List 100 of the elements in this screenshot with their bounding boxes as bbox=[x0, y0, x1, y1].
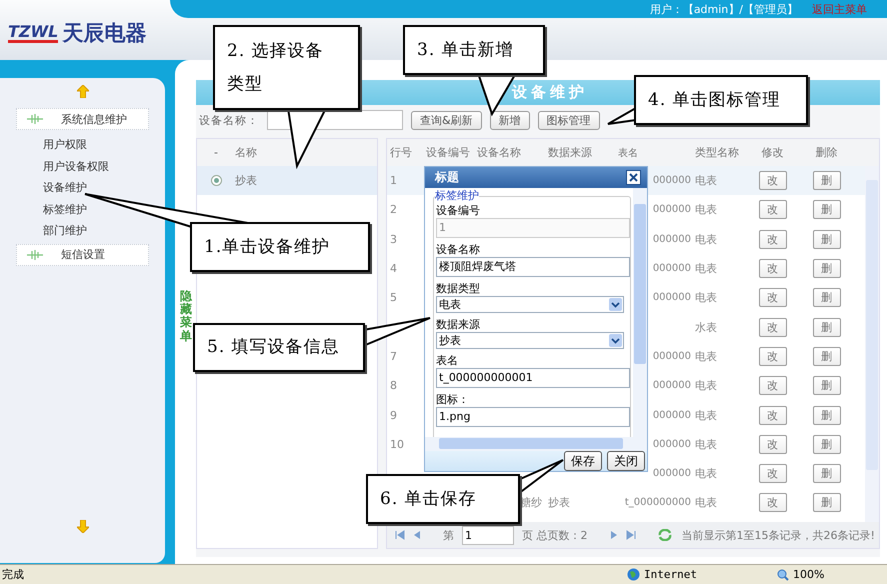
menu-item[interactable]: 用户设备权限 bbox=[0, 156, 165, 178]
menu-item[interactable]: 设备维护 bbox=[0, 177, 165, 199]
table-cell: 000000 bbox=[652, 263, 691, 274]
field-label: 设备编号 bbox=[436, 203, 481, 218]
table-cell: 电表 bbox=[695, 408, 717, 422]
edit-button[interactable]: 改 bbox=[758, 288, 786, 308]
hide-menu-toggle[interactable]: 隐藏菜单 bbox=[180, 290, 194, 360]
table-cell: 电表 bbox=[695, 350, 717, 363]
field-label: 设备名称 bbox=[436, 242, 481, 257]
delete-button[interactable]: 删 bbox=[812, 288, 840, 308]
edit-button[interactable]: 改 bbox=[758, 259, 786, 278]
delete-button[interactable]: 删 bbox=[812, 346, 840, 366]
edit-button[interactable]: 改 bbox=[758, 230, 786, 249]
table-cell: t_000000000 bbox=[624, 497, 691, 508]
field-label: 图标： bbox=[436, 392, 470, 407]
down-arrow-icon[interactable] bbox=[76, 520, 88, 533]
column-header: 数据来源 bbox=[547, 145, 593, 160]
edit-button[interactable]: 改 bbox=[758, 376, 786, 396]
menu-item[interactable]: 部门维护 bbox=[0, 220, 165, 242]
toolbar-button[interactable]: 图标管理 bbox=[538, 110, 600, 130]
menu-group-header[interactable]: 短信设置 bbox=[16, 244, 149, 266]
edit-button[interactable]: 改 bbox=[758, 493, 786, 512]
column-header: 名称 bbox=[235, 145, 258, 160]
input-field[interactable]: t_000000000001 bbox=[436, 368, 630, 388]
page-number-field[interactable]: 1 bbox=[462, 526, 514, 544]
dropdown-field[interactable]: 电表 bbox=[436, 296, 624, 313]
input-field[interactable]: 1.png bbox=[436, 407, 630, 427]
delete-button[interactable]: 删 bbox=[812, 464, 840, 484]
next-page-icon[interactable] bbox=[610, 530, 618, 540]
input-field[interactable]: 楼顶阻焊废气塔 bbox=[436, 257, 630, 277]
column-header: 删除 bbox=[814, 145, 838, 160]
column-header: - bbox=[213, 146, 219, 159]
row-number: 5 bbox=[390, 291, 397, 304]
table-cell: 电表 bbox=[695, 232, 717, 246]
edit-button[interactable]: 改 bbox=[758, 346, 786, 366]
edit-button[interactable]: 改 bbox=[758, 406, 786, 425]
row-number: 10 bbox=[390, 438, 404, 451]
zoom-icon[interactable] bbox=[777, 568, 789, 580]
table-cell: 000000 bbox=[652, 204, 691, 216]
delete-button[interactable]: 删 bbox=[812, 376, 840, 396]
table-cell: 000000 bbox=[652, 410, 691, 421]
record-summary: 当前显示第1至15条记录，共26条记录! bbox=[682, 528, 875, 542]
previous-page-icon[interactable] bbox=[413, 530, 421, 540]
row-number: 4 bbox=[390, 262, 397, 276]
dialog-button[interactable]: 保存 bbox=[564, 451, 602, 471]
scrollbar[interactable] bbox=[633, 188, 647, 437]
fieldset-legend: 标签维护 bbox=[435, 188, 479, 203]
dialog-title: 标题 bbox=[435, 169, 459, 186]
dropdown-field[interactable]: 抄表 bbox=[436, 332, 624, 349]
scrollbar[interactable] bbox=[425, 437, 647, 451]
delete-button[interactable]: 删 bbox=[812, 434, 840, 454]
globe-icon bbox=[627, 568, 640, 581]
table-cell: 000000 bbox=[652, 175, 691, 186]
last-page-icon[interactable] bbox=[626, 530, 636, 540]
delete-button[interactable]: 删 bbox=[812, 171, 840, 190]
toolbar-button[interactable]: 新增 bbox=[490, 110, 530, 130]
edit-button[interactable]: 改 bbox=[758, 171, 786, 190]
return-link[interactable]: 返回主菜单 bbox=[812, 2, 867, 16]
row-number: 3 bbox=[390, 232, 397, 246]
user-info: 用户：【admin】/【管理员】 bbox=[650, 2, 798, 16]
dialog-button[interactable]: 关闭 bbox=[607, 451, 645, 471]
menu-item[interactable]: 用户权限 bbox=[0, 134, 165, 156]
delete-button[interactable]: 删 bbox=[812, 230, 840, 249]
delete-button[interactable]: 删 bbox=[812, 406, 840, 425]
delete-button[interactable]: 删 bbox=[812, 259, 840, 278]
delete-button[interactable]: 删 bbox=[812, 200, 840, 220]
callout-box: 4. 单击图标管理 bbox=[634, 75, 808, 125]
row-number: 7 bbox=[390, 350, 397, 363]
up-arrow-icon[interactable] bbox=[76, 85, 88, 98]
column-header: 行号 bbox=[389, 145, 413, 160]
row-number: 8 bbox=[390, 379, 397, 392]
table-cell: 000000 bbox=[652, 350, 691, 362]
table-cell: 电表 bbox=[695, 291, 717, 304]
toolbar-button[interactable]: 查询&刷新 bbox=[411, 110, 482, 130]
menu-group-icon bbox=[27, 250, 43, 260]
radio-button[interactable] bbox=[210, 175, 222, 186]
logo-text: 天辰电器 bbox=[62, 19, 146, 47]
field-label: 表名 bbox=[436, 353, 459, 368]
table-cell: 电表 bbox=[695, 496, 717, 510]
zone-label: Internet bbox=[644, 568, 697, 581]
zoom-level[interactable]: 100% bbox=[793, 568, 824, 581]
menu-group-header[interactable]: 系统信息维护 bbox=[16, 108, 149, 130]
table-cell: 抄表 bbox=[548, 496, 570, 510]
table-cell: 000000 bbox=[652, 438, 691, 450]
delete-button[interactable]: 删 bbox=[812, 318, 840, 337]
edit-button[interactable]: 改 bbox=[758, 434, 786, 454]
close-button[interactable] bbox=[626, 170, 641, 185]
first-page-icon[interactable] bbox=[395, 530, 405, 540]
scrollbar[interactable] bbox=[865, 166, 879, 522]
callout-box: 2. 选择设备类型 bbox=[213, 25, 360, 110]
refresh-icon[interactable] bbox=[658, 529, 672, 541]
edit-button[interactable]: 改 bbox=[758, 200, 786, 220]
table-cell: 000000 bbox=[652, 234, 691, 245]
type-row[interactable]: 抄表 bbox=[197, 166, 377, 195]
edit-button[interactable]: 改 bbox=[758, 464, 786, 484]
callout-box: 1.单击设备维护 bbox=[190, 222, 370, 272]
edit-button[interactable]: 改 bbox=[758, 318, 786, 337]
row-number: 1 bbox=[390, 174, 397, 188]
delete-button[interactable]: 删 bbox=[812, 493, 840, 512]
row-number: 2 bbox=[390, 203, 397, 216]
